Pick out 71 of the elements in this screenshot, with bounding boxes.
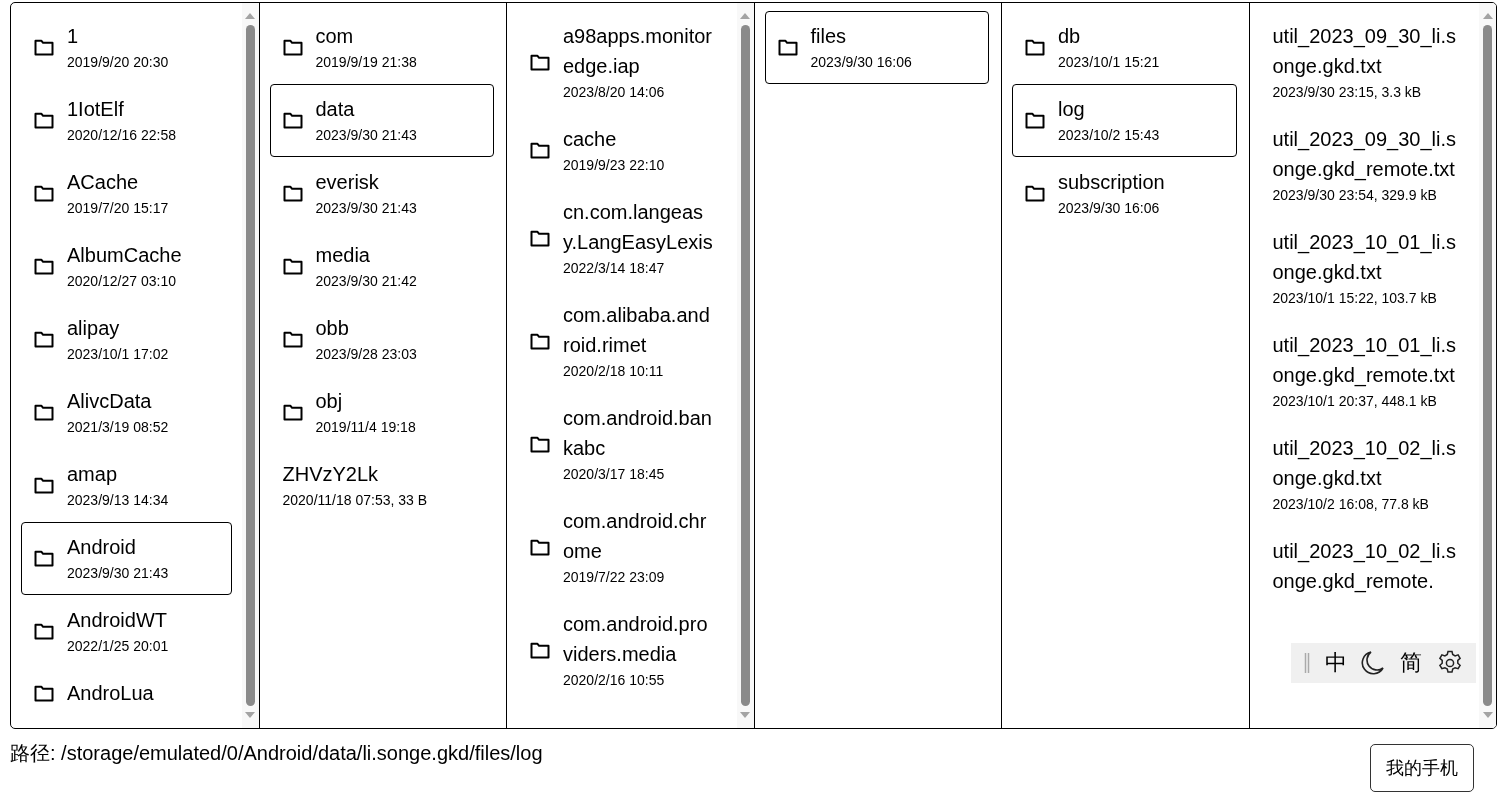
folder-icon [34, 38, 54, 56]
folder-icon [34, 476, 54, 494]
folder-item[interactable]: alipay 2023/10/1 17:02 [21, 303, 232, 376]
folder-icon [34, 330, 54, 348]
folder-item[interactable]: everisk 2023/9/30 21:43 [269, 157, 494, 230]
folder-item[interactable]: com.android.providers.media 2020/2/16 10:55 [517, 599, 727, 702]
folder-icon [282, 38, 303, 56]
folder-item[interactable]: obb 2023/9/28 23:03 [269, 303, 494, 376]
folder-item[interactable]: AlivcData 2021/3/19 08:52 [21, 376, 232, 449]
folder-icon [282, 403, 303, 421]
folder-icon [1025, 111, 1045, 129]
folder-item[interactable]: media 2023/9/30 21:42 [269, 230, 494, 303]
folder-item[interactable]: AlbumCache 2020/12/27 03:10 [21, 230, 232, 303]
folder-icon [34, 684, 54, 702]
folder-icon [34, 403, 54, 421]
folder-item[interactable]: 1 2019/9/20 20:30 [21, 11, 232, 84]
folder-icon [34, 184, 54, 202]
file-item[interactable]: util_2023_10_02_li.songe.gkd_remote. [1259, 526, 1469, 607]
folder-icon [530, 332, 550, 350]
folder-item[interactable]: a98apps.monitoredge.iap 2023/8/20 14:06 [517, 11, 727, 114]
folder-item[interactable]: com.alibaba.android.rimet 2020/2/18 10:11 [517, 290, 727, 393]
toolbar-button[interactable]: 中 [1324, 650, 1347, 676]
file-item[interactable]: util_2023_09_30_li.songe.gkd_remote.txt 2023/9/30 23:54, 329.9 kB [1259, 114, 1469, 217]
folder-item[interactable]: cn.com.langeasy.LangEasyLexis 2022/3/14 18:47 [517, 187, 727, 290]
folder-icon [530, 53, 550, 71]
folder-icon [1025, 184, 1045, 202]
folder-item[interactable]: com 2019/9/19 21:38 [269, 11, 494, 84]
folder-item[interactable]: cache 2019/9/23 22:10 [517, 114, 727, 187]
folder-item[interactable]: AndroidWT 2022/1/25 20:01 [21, 595, 232, 668]
folder-item[interactable]: com.android.chrome 2019/7/22 23:09 [517, 496, 727, 599]
folder-item[interactable]: ACache 2019/7/20 15:17 [21, 157, 232, 230]
file-item[interactable]: util_2023_10_02_li.songe.gkd.txt 2023/10/2 16:08, 77.8 kB [1259, 423, 1469, 526]
folder-icon [34, 622, 54, 640]
moon-icon [1361, 650, 1386, 676]
folder-item[interactable]: files 2023/9/30 16:06 [764, 11, 989, 84]
folder-item[interactable]: db 2023/10/1 15:21 [1012, 11, 1237, 84]
toolbar-button[interactable]: 简 [1400, 650, 1423, 676]
folder-icon [530, 538, 550, 556]
folder-icon [777, 38, 798, 56]
folder-icon [530, 641, 550, 659]
folder-item[interactable]: log 2023/10/2 15:43 [1012, 84, 1237, 157]
settings-icon[interactable] [1436, 650, 1463, 676]
folder-icon [282, 257, 303, 275]
folder-icon [282, 330, 303, 348]
scrollbar[interactable] [1479, 3, 1496, 728]
file-item[interactable]: util_2023_10_01_li.songe.gkd.txt 2023/10/1 15:22, 103.7 kB [1259, 217, 1469, 320]
folder-icon [34, 549, 54, 567]
folder-icon [530, 229, 550, 247]
file-item[interactable]: ZHVzY2Lk 2020/11/18 07:53, 33 B [269, 449, 494, 522]
folder-icon [34, 257, 54, 275]
scrollbar[interactable] [736, 3, 754, 728]
file-item[interactable]: util_2023_10_01_li.songe.gkd_remote.txt 2023/10/1 20:37, 448.1 kB [1259, 320, 1469, 423]
folder-icon [530, 435, 550, 453]
folder-item[interactable]: data 2023/9/30 21:43 [269, 84, 494, 157]
path-text: 路径: /storage/emulated/0/Android/data/li.songe.gkd/files/log [10, 741, 543, 766]
folder-icon [282, 184, 303, 202]
my-phone-button[interactable]: 我的手机 [1370, 744, 1474, 792]
scrollbar[interactable] [241, 3, 259, 728]
folder-item[interactable]: amap 2023/9/13 14:34 [21, 449, 232, 522]
folder-icon [282, 111, 303, 129]
folder-icon [1025, 38, 1045, 56]
folder-item[interactable]: Android 2023/9/30 21:43 [21, 522, 232, 595]
folder-icon [530, 141, 550, 159]
folder-item[interactable]: com.android.bankabc 2020/3/17 18:45 [517, 393, 727, 496]
file-item[interactable]: util_2023_09_30_li.songe.gkd.txt 2023/9/30 23:15, 3.3 kB [1259, 11, 1469, 114]
folder-icon [34, 111, 54, 129]
folder-item[interactable]: obj 2019/11/4 19:18 [269, 376, 494, 449]
folder-item[interactable]: 1IotElf 2020/12/16 22:58 [21, 84, 232, 157]
folder-item[interactable]: subscription 2023/9/30 16:06 [1012, 157, 1237, 230]
grip-handle-icon [1304, 652, 1311, 674]
folder-item[interactable]: AndroLua [21, 668, 232, 719]
